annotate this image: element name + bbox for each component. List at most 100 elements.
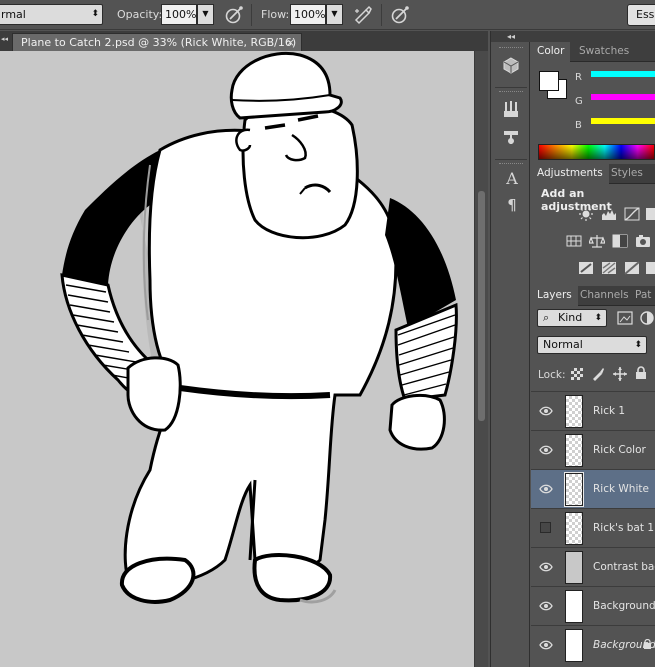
dock-divider <box>495 159 527 160</box>
lock-transparent-pixels-icon[interactable] <box>571 368 587 382</box>
tab-layers[interactable]: Layers <box>531 286 578 306</box>
lock-all-icon[interactable] <box>635 366 651 380</box>
dock-grip[interactable] <box>499 163 523 165</box>
layer-row[interactable]: Rick Color <box>531 430 655 469</box>
eye-icon[interactable] <box>539 405 553 417</box>
photo-filter-icon[interactable] <box>635 234 651 248</box>
blend-mode-value: Normal <box>543 338 583 351</box>
clone-source-icon[interactable] <box>501 127 523 147</box>
vertical-scrollbar[interactable] <box>474 51 488 667</box>
workspace-button[interactable]: Esse <box>627 4 655 26</box>
tab-overflow-icon[interactable]: ◂◂ <box>1 35 8 43</box>
lock-label: Lock: <box>538 369 566 381</box>
filter-pixel-layer-icon[interactable] <box>617 311 633 325</box>
adjustments-panel-tabs: Adjustments Styles <box>531 164 655 184</box>
curves-icon[interactable] <box>624 207 640 221</box>
mode-select[interactable]: rmal ⬍ <box>0 4 103 25</box>
flow-dropdown-button[interactable]: ▼ <box>326 4 343 25</box>
layer-thumbnail[interactable] <box>565 512 583 545</box>
exposure-icon[interactable] <box>645 207 655 221</box>
color-balance-icon[interactable] <box>588 234 606 248</box>
layer-thumbnail[interactable] <box>565 434 583 467</box>
lock-image-pixels-icon[interactable] <box>591 367 607 381</box>
options-bar: rmal ⬍ Opacity: 100% ▼ Flow: 100% ▼ Esse <box>0 0 655 30</box>
close-icon[interactable]: × <box>286 34 295 51</box>
color-spectrum-ramp[interactable] <box>538 144 655 160</box>
lock-icon <box>643 638 652 649</box>
character-artwork <box>60 52 458 604</box>
layer-row[interactable]: Background <box>531 625 655 664</box>
layer-thumbnail[interactable] <box>565 590 583 623</box>
character-icon[interactable]: A <box>501 169 523 189</box>
eye-icon[interactable] <box>539 444 553 456</box>
paragraph-icon[interactable]: ¶ <box>501 195 523 215</box>
chevron-updown-icon: ⬍ <box>91 9 99 19</box>
foreground-color-swatch[interactable] <box>539 71 559 91</box>
opacity-dropdown-button[interactable]: ▼ <box>197 4 214 25</box>
layer-thumbnail[interactable] <box>565 629 583 662</box>
green-channel-slider[interactable] <box>591 94 655 100</box>
lock-position-icon[interactable] <box>613 367 629 381</box>
filter-adjustment-layer-icon[interactable] <box>640 311 655 325</box>
layer-row[interactable]: Rick White <box>531 469 655 508</box>
green-channel-label: G <box>575 96 583 107</box>
selective-color-icon[interactable] <box>645 261 655 275</box>
blue-channel-slider[interactable] <box>591 118 655 124</box>
collapse-dock-icon[interactable]: ◂◂ <box>491 31 531 42</box>
document-tab-title: Plane to Catch 2.psd @ 33% (Rick White, … <box>21 36 297 49</box>
layer-filter-kind-value: Kind <box>558 311 583 324</box>
gradient-map-icon[interactable] <box>624 261 640 275</box>
dock-grip[interactable] <box>499 47 523 49</box>
document-tab[interactable]: Plane to Catch 2.psd @ 33% (Rick White, … <box>12 33 302 51</box>
brightness-contrast-icon[interactable] <box>578 207 594 221</box>
tab-swatches[interactable]: Swatches <box>573 42 635 62</box>
tab-color[interactable]: Color <box>531 42 571 62</box>
pressure-size-icon[interactable] <box>389 4 411 26</box>
chevron-updown-icon: ⬍ <box>634 340 642 350</box>
layer-row[interactable]: Rick 1 <box>531 391 655 430</box>
levels-icon[interactable] <box>601 207 617 221</box>
layer-thumbnail[interactable] <box>564 472 584 507</box>
tab-styles[interactable]: Styles <box>605 164 649 184</box>
layer-name: Rick 1 <box>593 405 626 417</box>
scrollbar-thumb[interactable] <box>478 191 485 421</box>
flow-input[interactable]: 100% <box>290 4 326 25</box>
eye-icon[interactable] <box>539 561 553 573</box>
airbrush-icon[interactable] <box>352 4 374 26</box>
visibility-toggle[interactable] <box>540 522 551 533</box>
document-canvas[interactable] <box>0 51 474 667</box>
options-divider <box>251 4 252 26</box>
tab-channels[interactable]: Channels <box>574 286 635 306</box>
eye-icon[interactable] <box>539 639 553 651</box>
vibrance-icon[interactable] <box>566 234 582 248</box>
eye-icon[interactable] <box>539 600 553 612</box>
layer-filter-kind-select[interactable]: ⌕ Kind ⬍ <box>537 309 607 327</box>
layers-panel-tabs: Layers Channels Pat <box>531 286 655 306</box>
layer-thumbnail[interactable] <box>565 395 583 428</box>
dock-grip[interactable] <box>499 91 523 93</box>
pressure-opacity-icon[interactable] <box>223 4 245 26</box>
panel-icon-dock: ◂◂ A ¶ <box>490 31 531 667</box>
3d-cube-icon[interactable] <box>501 55 523 75</box>
options-divider <box>381 4 382 26</box>
eye-icon[interactable] <box>539 483 553 495</box>
blend-mode-select[interactable]: Normal ⬍ <box>537 336 647 354</box>
invert-icon[interactable] <box>578 261 594 275</box>
search-icon: ⌕ <box>543 311 550 324</box>
chevron-down-icon: ▼ <box>202 9 209 18</box>
layer-thumbnail[interactable] <box>565 551 583 584</box>
mode-select-value: rmal <box>1 8 26 21</box>
posterize-icon[interactable] <box>601 261 617 275</box>
black-white-icon[interactable] <box>612 234 628 248</box>
opacity-label: Opacity: <box>117 8 163 21</box>
red-channel-slider[interactable] <box>591 71 655 77</box>
opacity-input[interactable]: 100% <box>161 4 197 25</box>
layer-row[interactable]: Background c <box>531 586 655 625</box>
tab-adjustments[interactable]: Adjustments <box>531 164 609 184</box>
layer-row[interactable]: Rick's bat 1 <box>531 508 655 547</box>
flow-label: Flow: <box>261 8 290 21</box>
brush-presets-icon[interactable] <box>501 99 523 119</box>
tab-paths[interactable]: Pat <box>629 286 655 306</box>
layer-name: Background c <box>593 600 655 612</box>
layer-row[interactable]: Contrast back <box>531 547 655 586</box>
